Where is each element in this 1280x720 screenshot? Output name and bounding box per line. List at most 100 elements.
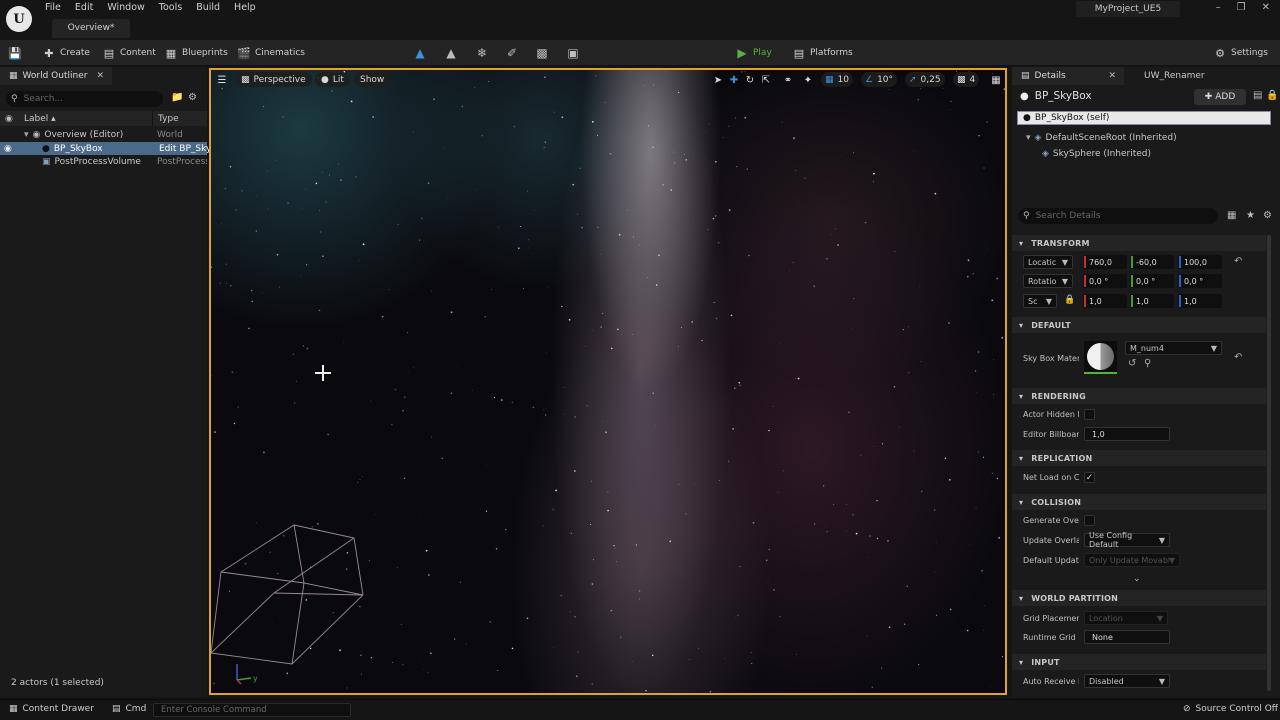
reset-arrow-icon[interactable]: ↶: [1234, 256, 1242, 267]
advanced-expand-chevron-icon[interactable]: ⌄: [1133, 574, 1141, 584]
cmd-button[interactable]: ▤ Cmd: [112, 704, 146, 714]
actor-hidden-checkbox[interactable]: [1084, 409, 1095, 420]
grid-snap-button[interactable]: ▦ 10: [821, 72, 853, 87]
reset-arrow-icon[interactable]: ↶: [1234, 352, 1242, 363]
section-transform[interactable]: ▾ TRANSFORM: [1012, 235, 1266, 251]
scale-z-field[interactable]: 1,0: [1178, 294, 1222, 308]
landscape-mode-icon[interactable]: ▲: [443, 45, 459, 61]
column-label[interactable]: Label ▴: [24, 114, 56, 124]
rotation-mode-dropdown[interactable]: Rotatio ▼: [1023, 274, 1073, 288]
menu-build[interactable]: Build: [189, 1, 227, 15]
select-cursor-icon[interactable]: ➤: [711, 73, 725, 87]
close-icon[interactable]: ✕: [1108, 71, 1116, 81]
console-command-input[interactable]: Enter Console Command: [153, 703, 351, 717]
section-replication[interactable]: ▾ REPLICATION: [1012, 450, 1266, 466]
create-button[interactable]: ✚ Create: [42, 44, 90, 62]
generate-overlap-checkbox[interactable]: [1084, 515, 1095, 526]
world-space-icon[interactable]: ⚭: [781, 73, 795, 87]
foliage-mode-icon[interactable]: ❄: [474, 45, 490, 61]
billboard-scale-field[interactable]: 1,0: [1084, 427, 1170, 441]
rotate-icon[interactable]: ↻: [743, 73, 757, 87]
runtime-grid-field[interactable]: None: [1084, 630, 1170, 644]
scale-mode-dropdown[interactable]: Sc ▼: [1023, 294, 1057, 308]
translate-icon[interactable]: ✚: [727, 73, 741, 87]
scale-x-field[interactable]: 1,0: [1083, 294, 1127, 308]
menu-window[interactable]: Window: [100, 1, 151, 15]
table-view-icon[interactable]: ▦: [1227, 210, 1236, 221]
details-settings-gear-icon[interactable]: ⚙: [1263, 210, 1272, 221]
auto-receive-input-dropdown[interactable]: Disabled ▼: [1084, 674, 1170, 688]
section-world-partition[interactable]: ▾ WORLD PARTITION: [1012, 590, 1266, 606]
minimize-icon[interactable]: –: [1216, 2, 1221, 13]
play-button[interactable]: ▶ Play: [735, 44, 771, 62]
show-button[interactable]: Show: [354, 72, 391, 87]
level-viewport[interactable]: ☰ ▩ Perspective ● Lit Show ➤ ✚ ↻ ⇱ ⚭ ✦ ▦…: [209, 68, 1007, 695]
material-dropdown[interactable]: M_num4 ▼: [1125, 341, 1222, 355]
location-y-field[interactable]: -60,0: [1130, 255, 1174, 269]
column-type[interactable]: Type: [158, 114, 179, 124]
lock-icon[interactable]: 🔒: [1266, 90, 1278, 101]
visibility-eye-icon[interactable]: ◉: [5, 114, 13, 124]
level-tab[interactable]: Overview*: [52, 19, 130, 38]
outliner-row-postprocess[interactable]: ▣ PostProcessVolume PostProcessVolume: [0, 155, 207, 168]
rotation-snap-button[interactable]: ∠ 10°: [861, 72, 898, 87]
visibility-eye-icon[interactable]: ◉: [4, 144, 12, 154]
blueprints-button[interactable]: ▦ Blueprints: [164, 44, 228, 62]
close-icon[interactable]: ✕: [96, 71, 104, 81]
hamburger-menu-icon[interactable]: ☰: [215, 73, 229, 87]
rotation-z-field[interactable]: 0,0 °: [1178, 274, 1222, 288]
favorite-star-icon[interactable]: ★: [1246, 210, 1255, 221]
camera-speed-button[interactable]: ▩ 4: [953, 72, 980, 87]
expand-arrow-icon[interactable]: ▾: [24, 130, 29, 140]
maximize-viewport-icon[interactable]: ▦: [989, 73, 1003, 87]
source-control-button[interactable]: ⊘ Source Control Off: [1183, 704, 1278, 714]
scale-icon[interactable]: ⇱: [759, 73, 773, 87]
scale-y-field[interactable]: 1,0: [1130, 294, 1174, 308]
location-z-field[interactable]: 100,0: [1178, 255, 1222, 269]
outliner-search-input[interactable]: ⚲ Search...: [6, 91, 163, 107]
mesh-paint-mode-icon[interactable]: ✐: [504, 45, 520, 61]
expand-arrow-icon[interactable]: ▾: [1026, 133, 1031, 143]
content-drawer-button[interactable]: ▦ Content Drawer: [9, 704, 94, 714]
close-window-icon[interactable]: ✕: [1262, 2, 1270, 13]
outliner-settings-gear-icon[interactable]: ⚙: [188, 92, 197, 103]
component-self[interactable]: ● BP_SkyBox (self): [1017, 111, 1271, 125]
menu-file[interactable]: File: [38, 1, 68, 15]
perspective-button[interactable]: ▩ Perspective: [235, 72, 312, 87]
content-button[interactable]: ▤ Content: [102, 44, 156, 62]
section-collision[interactable]: ▾ COLLISION: [1012, 494, 1266, 510]
maximize-icon[interactable]: ❐: [1237, 2, 1246, 13]
platforms-button[interactable]: ▤ Platforms: [792, 44, 853, 62]
net-load-checkbox[interactable]: ✓: [1084, 472, 1095, 483]
section-rendering[interactable]: ▾ RENDERING: [1012, 388, 1266, 404]
menu-help[interactable]: Help: [227, 1, 263, 15]
rotation-y-field[interactable]: 0,0 °: [1130, 274, 1174, 288]
browse-search-icon[interactable]: ⚲: [1144, 358, 1151, 369]
use-selected-arrow-icon[interactable]: ↺: [1128, 358, 1136, 369]
lit-button[interactable]: ● Lit: [315, 72, 350, 87]
section-default[interactable]: ▾ DEFAULT: [1012, 317, 1266, 333]
add-folder-icon[interactable]: 📁: [171, 92, 183, 103]
details-search-input[interactable]: ⚲ Search Details: [1018, 208, 1218, 224]
cinematics-button[interactable]: 🎬 Cinematics: [237, 44, 305, 62]
modeling-mode-icon[interactable]: ▩: [534, 45, 550, 61]
tab-world-outliner[interactable]: ▦ World Outliner ✕: [0, 67, 112, 85]
component-default-scene-root[interactable]: ▾ ◈ DefaultSceneRoot (Inherited): [1026, 133, 1177, 143]
save-button[interactable]: 💾: [8, 44, 22, 62]
scale-lock-icon[interactable]: 🔒: [1064, 295, 1075, 305]
blueprint-options-icon[interactable]: ▤: [1253, 90, 1262, 101]
scale-snap-button[interactable]: ➚ 0,25: [905, 72, 945, 87]
fracture-mode-icon[interactable]: ▣: [565, 45, 581, 61]
menu-tools[interactable]: Tools: [152, 1, 189, 15]
edit-blueprint-link[interactable]: Edit BP_SkyBox: [159, 144, 209, 154]
outliner-row-bp-skybox[interactable]: ◉ ● BP_SkyBox Edit BP_SkyBox: [0, 142, 209, 155]
unreal-logo-icon[interactable]: U: [6, 6, 32, 32]
menu-edit[interactable]: Edit: [68, 1, 100, 15]
add-component-button[interactable]: ✚ ADD: [1194, 89, 1246, 105]
outliner-row-world[interactable]: ▾ ◉ Overview (Editor) World: [0, 128, 207, 141]
update-overlaps-dropdown[interactable]: Use Config Default ▼: [1084, 531, 1170, 549]
material-thumbnail[interactable]: [1084, 341, 1117, 374]
surface-snap-icon[interactable]: ✦: [801, 73, 815, 87]
select-mode-icon[interactable]: ▲: [412, 45, 428, 61]
location-mode-dropdown[interactable]: Locatic ▼: [1023, 255, 1073, 269]
